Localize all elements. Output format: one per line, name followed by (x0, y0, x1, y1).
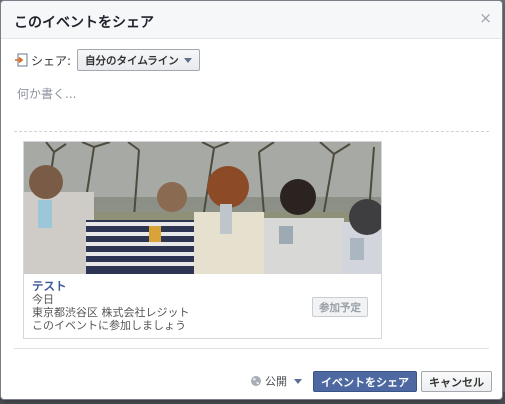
share-event-button[interactable]: イベントをシェア (313, 371, 417, 392)
join-event-button[interactable]: 参加予定 (312, 297, 368, 317)
share-icon (15, 53, 28, 67)
share-target-row: シェア: 自分のタイムライン (14, 49, 200, 71)
share-target-value: 自分のタイムライン (85, 54, 179, 67)
event-invite-text: このイベントに参加しましょう (32, 319, 186, 332)
share-label: シェア: (31, 53, 72, 68)
compose-divider (14, 131, 489, 132)
chevron-down-icon (183, 57, 192, 63)
privacy-label: 公開 (265, 375, 287, 388)
event-photo (24, 142, 381, 274)
event-preview-card[interactable]: テスト 今日 東京都渋谷区 株式会社レジット このイベントに参加しましょう 参加… (23, 141, 382, 339)
event-photo-image (24, 142, 381, 274)
dialog-title: このイベントをシェア (14, 15, 154, 31)
close-icon[interactable]: × (479, 11, 492, 26)
share-event-dialog: このイベントをシェア × シェア: 自分のタイムライン 何か書く... テスト … (0, 0, 503, 400)
compose-input[interactable] (17, 85, 487, 125)
chevron-down-icon (294, 378, 302, 384)
cancel-button[interactable]: キャンセル (421, 371, 492, 392)
event-card-body: テスト 今日 東京都渋谷区 株式会社レジット このイベントに参加しましょう 参加… (24, 274, 381, 338)
dialog-footer: 公開 イベントをシェア キャンセル (1, 361, 502, 401)
event-title-link[interactable]: テスト (32, 280, 373, 293)
privacy-selector[interactable]: 公開 (250, 373, 302, 389)
dialog-header: このイベントをシェア × (1, 1, 502, 39)
share-target-dropdown[interactable]: 自分のタイムライン (77, 49, 200, 71)
globe-icon (251, 376, 261, 386)
footer-divider (14, 348, 489, 349)
